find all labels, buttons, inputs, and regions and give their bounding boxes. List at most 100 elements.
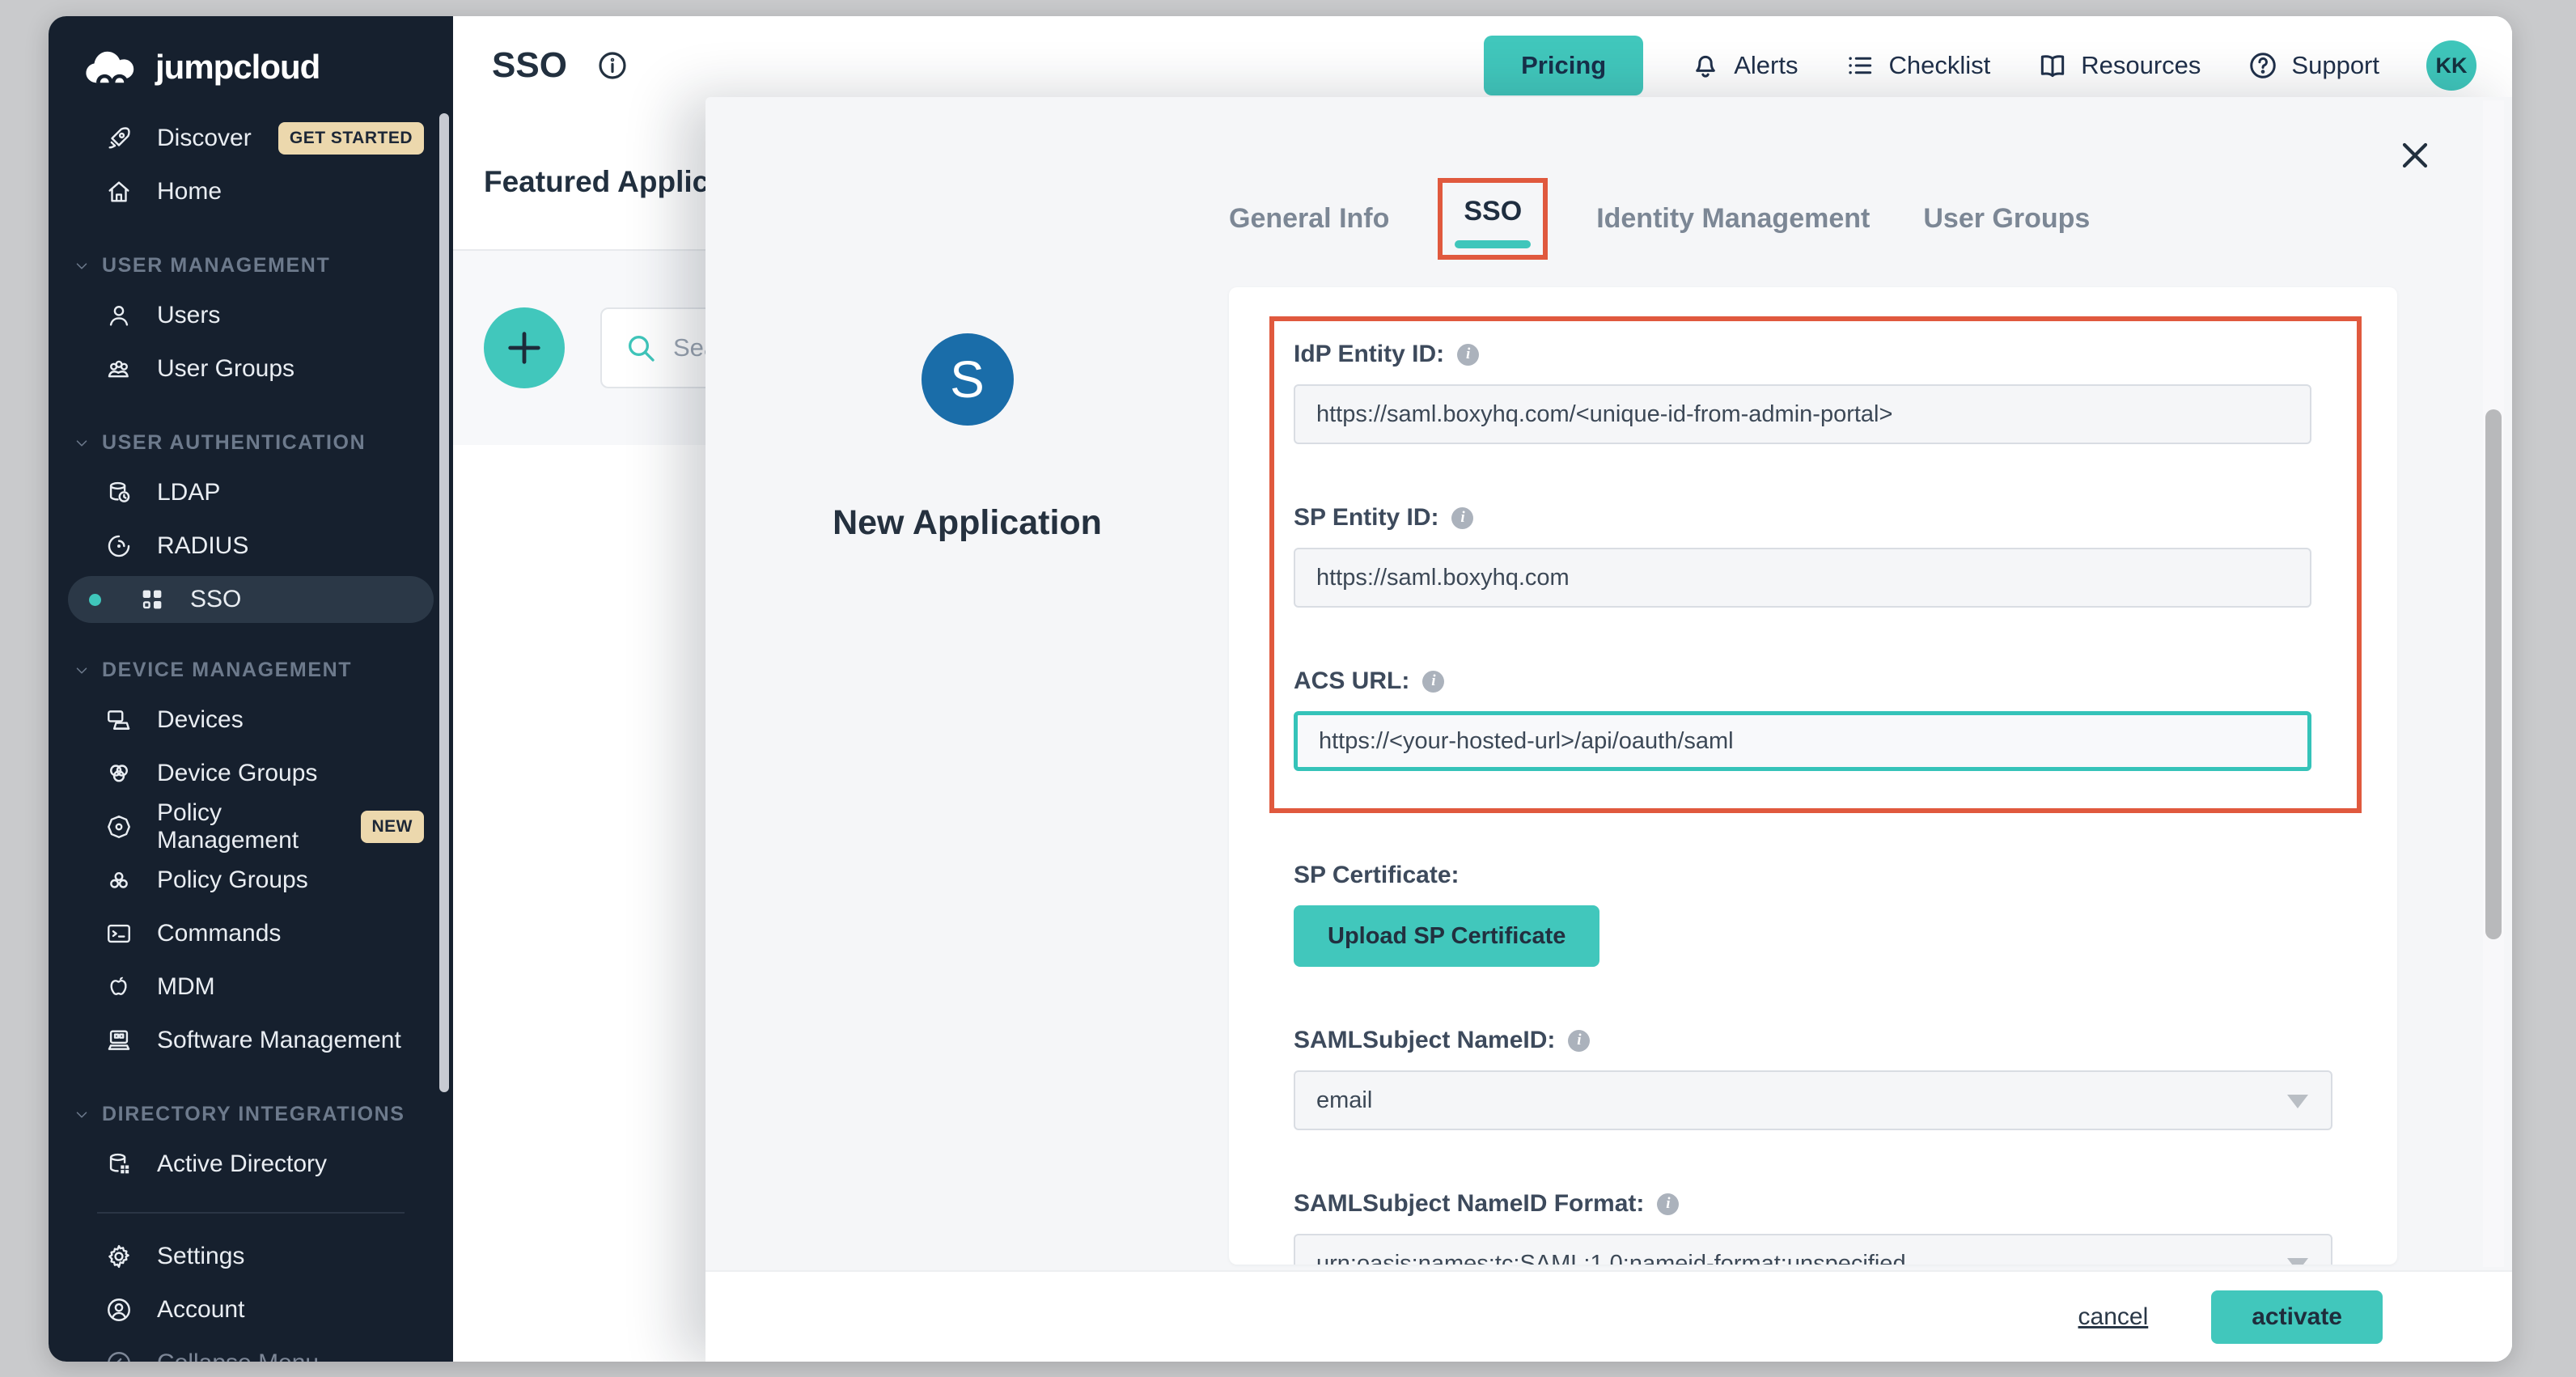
application-name: New Application [705, 503, 1229, 543]
bell-icon [1690, 50, 1721, 81]
add-application-button[interactable] [484, 307, 565, 388]
close-icon[interactable] [2396, 136, 2434, 175]
sidebar-item-settings[interactable]: Settings [49, 1230, 453, 1283]
device-groups-icon [105, 760, 133, 787]
sidebar-item-users[interactable]: Users [49, 289, 453, 342]
page-background: { "colors": { "accent_teal": "#41c7bc", … [0, 0, 2576, 1377]
field-label: SAMLSubject NameID: [1294, 1027, 1555, 1054]
plus-icon [503, 327, 545, 369]
policy-icon [105, 813, 133, 841]
new-badge: NEW [361, 811, 425, 843]
sidebar-item-sso[interactable]: SSO [68, 576, 434, 623]
modal-scrollbar-thumb[interactable] [2485, 409, 2502, 939]
jumpcloud-logo[interactable]: jumpcloud [49, 16, 453, 112]
chevron-down-icon [73, 257, 91, 275]
field-label: SAMLSubject NameID Format: [1294, 1190, 1644, 1218]
sidebar-item-label: User Groups [157, 355, 294, 383]
saml-subject-nameid-format-select[interactable]: urn:oasis:names:tc:SAML:1.0:nameid-forma… [1294, 1234, 2332, 1265]
sidebar-scrollbar[interactable] [439, 113, 449, 1092]
sso-form-card: IdP Entity ID: i SP Entity ID: i [1229, 287, 2397, 1265]
tab-user-groups[interactable]: User Groups [1923, 203, 2090, 235]
sidebar-item-policy-management[interactable]: Policy Management NEW [49, 800, 453, 854]
sidebar-item-collapse-menu[interactable]: Collapse Menu [49, 1337, 453, 1362]
info-icon[interactable]: i [1451, 507, 1473, 529]
field-sp-entity-id: SP Entity ID: i [1294, 504, 2311, 608]
sidebar-item-label: SSO [190, 586, 241, 613]
cancel-button[interactable]: cancel [2078, 1303, 2149, 1331]
sidebar-item-commands[interactable]: Commands [49, 907, 453, 960]
sidebar-item-label: MDM [157, 973, 215, 1001]
sidebar-item-device-groups[interactable]: Device Groups [49, 747, 453, 800]
sidebar-item-label: Software Management [157, 1027, 401, 1054]
jumpcloud-cloud-icon [84, 47, 142, 87]
sidebar-item-label: Home [157, 178, 222, 205]
page-title: SSO [492, 45, 567, 86]
avatar[interactable]: KK [2426, 40, 2476, 91]
alerts-button[interactable]: Alerts [1690, 50, 1798, 81]
active-directory-icon [105, 1150, 133, 1178]
user-group-icon [105, 355, 133, 383]
idp-entity-id-input[interactable] [1294, 384, 2311, 444]
pricing-button[interactable]: Pricing [1484, 36, 1643, 95]
info-icon[interactable]: i [1422, 671, 1444, 693]
caret-down-icon [2287, 1258, 2308, 1265]
active-indicator-dot [89, 594, 101, 606]
sidebar-item-label: Account [157, 1296, 244, 1324]
sidebar-item-active-directory[interactable]: Active Directory [49, 1138, 453, 1191]
sidebar-item-ldap[interactable]: LDAP [49, 466, 453, 519]
sidebar-item-label: Device Groups [157, 760, 317, 787]
acs-url-input[interactable] [1294, 711, 2311, 771]
sidebar-item-account[interactable]: Account [49, 1283, 453, 1337]
sso-grid-icon [138, 586, 166, 613]
sidebar-item-label: Settings [157, 1243, 244, 1270]
info-icon[interactable]: i [1657, 1193, 1679, 1215]
app-window: jumpcloud Discover GET STARTED Home USER… [49, 16, 2512, 1362]
info-icon[interactable]: i [1568, 1030, 1590, 1052]
info-icon[interactable] [596, 49, 629, 82]
sidebar-item-software-management[interactable]: Software Management [49, 1014, 453, 1067]
sidebar-item-label: Discover [157, 125, 252, 152]
sidebar-item-label: Collapse Menu [157, 1349, 319, 1362]
sidebar-item-discover[interactable]: Discover GET STARTED [49, 112, 453, 165]
checklist-button[interactable]: Checklist [1845, 50, 1990, 81]
sidebar-item-home[interactable]: Home [49, 165, 453, 218]
sidebar-item-label: Commands [157, 920, 281, 947]
sidebar-item-radius[interactable]: RADIUS [49, 519, 453, 573]
activate-button[interactable]: activate [2211, 1290, 2383, 1344]
sidebar-item-mdm[interactable]: MDM [49, 960, 453, 1014]
ldap-database-icon [105, 479, 133, 506]
new-application-modal: S New Application General Info SSO Ident… [705, 97, 2512, 1362]
upload-sp-certificate-button[interactable]: Upload SP Certificate [1294, 905, 1599, 967]
sidebar-section-user-authentication[interactable]: USER AUTHENTICATION [49, 431, 453, 455]
support-button[interactable]: Support [2248, 50, 2379, 81]
tab-general-info[interactable]: General Info [1229, 203, 1389, 235]
chevron-down-icon [73, 662, 91, 680]
tab-sso[interactable]: SSO [1443, 183, 1543, 255]
application-summary: S New Application [705, 97, 1229, 543]
devices-icon [105, 706, 133, 734]
field-sp-certificate: SP Certificate: Upload SP Certificate [1294, 862, 2332, 967]
resources-button[interactable]: Resources [2037, 50, 2201, 81]
catalog-heading: Featured Applica [484, 165, 726, 199]
sidebar-item-user-groups[interactable]: User Groups [49, 342, 453, 396]
book-icon [2037, 50, 2068, 81]
sidebar-item-label: Devices [157, 706, 244, 734]
sidebar-item-devices[interactable]: Devices [49, 693, 453, 747]
sidebar-section-device-management[interactable]: DEVICE MANAGEMENT [49, 659, 453, 682]
info-icon[interactable]: i [1457, 344, 1479, 366]
sidebar-item-label: Policy Management [157, 799, 337, 854]
sidebar-item-policy-groups[interactable]: Policy Groups [49, 854, 453, 907]
sidebar-section-user-management[interactable]: USER MANAGEMENT [49, 254, 453, 278]
chevron-down-icon [73, 434, 91, 452]
application-icon: S [922, 333, 1014, 426]
saml-subject-nameid-select[interactable]: email [1294, 1070, 2332, 1130]
chevron-down-icon [73, 1106, 91, 1124]
sidebar-section-directory-integrations[interactable]: DIRECTORY INTEGRATIONS [49, 1103, 453, 1126]
modal-scrollbar[interactable] [2483, 100, 2504, 1267]
gear-icon [105, 1243, 133, 1270]
rocket-icon [105, 125, 133, 152]
commands-terminal-icon [105, 920, 133, 947]
sp-entity-id-input[interactable] [1294, 548, 2311, 608]
tab-identity-management[interactable]: Identity Management [1596, 203, 1870, 235]
application-config: General Info SSO Identity Management Use… [1229, 97, 2397, 1270]
